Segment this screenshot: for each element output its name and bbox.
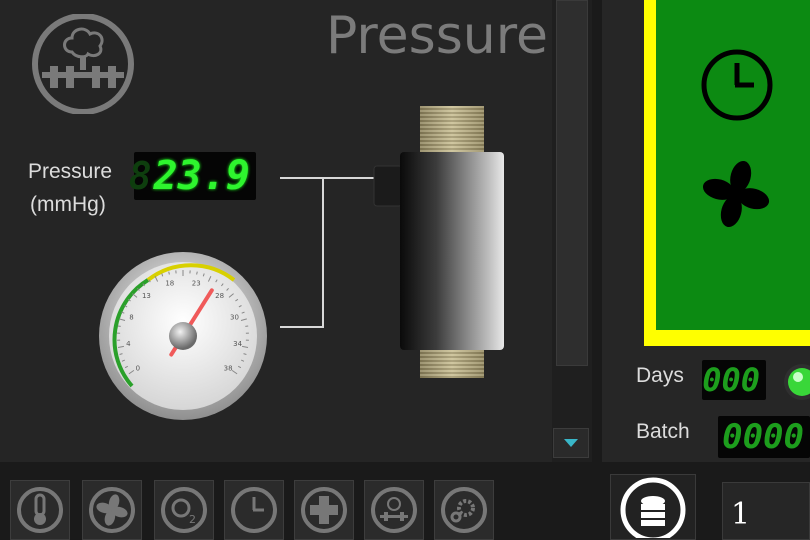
- gauge-tick-label: 8: [129, 314, 133, 322]
- clock-icon: [231, 487, 277, 533]
- gauge-tick-label: 30: [230, 314, 239, 322]
- sensor-unit-label: (mmHg): [30, 193, 106, 216]
- pressure-icon: [371, 487, 417, 533]
- scroll-down-button[interactable]: [553, 428, 589, 458]
- gauge-tick: [168, 271, 170, 275]
- settings-button[interactable]: [434, 480, 494, 540]
- days-value: 000: [702, 361, 760, 399]
- days-readout: 000: [702, 360, 766, 400]
- page-selector[interactable]: 1: [722, 482, 810, 540]
- plus-button[interactable]: [294, 480, 354, 540]
- pipe-lines: [280, 177, 378, 328]
- panel-divider: [592, 0, 602, 540]
- thermometer-icon: [17, 487, 63, 533]
- gauge-tick-label: 18: [165, 280, 174, 288]
- gauge-tick-label: 34: [233, 340, 242, 348]
- gauge-tick-label: 38: [224, 365, 233, 373]
- gauge-tick-label: 0: [136, 365, 140, 373]
- arrow-down-icon: [564, 439, 578, 447]
- o2-icon: 2: [161, 487, 207, 533]
- fan-icon: [702, 160, 770, 228]
- page-number: 1: [731, 497, 751, 532]
- oxygen-button[interactable]: 2: [154, 480, 214, 540]
- thermometer-button[interactable]: [10, 480, 70, 540]
- pressure-icon: [32, 14, 134, 114]
- gauge-tick-label: 28: [215, 292, 224, 300]
- fan-icon: [89, 487, 135, 533]
- batch-label: Batch: [636, 420, 690, 443]
- pressure-button[interactable]: [364, 480, 424, 540]
- database-button[interactable]: [610, 474, 696, 540]
- status-led-icon: [784, 364, 810, 400]
- readout-value: 23.9: [153, 153, 250, 199]
- gauge-tick-label: 23: [192, 280, 201, 288]
- fan-button[interactable]: [82, 480, 142, 540]
- pressure-sensor-icon: [373, 106, 504, 378]
- gauge-tick-label: 4: [126, 340, 131, 348]
- gauge-tick-label: 13: [142, 292, 151, 300]
- sensor-label: Pressure: [28, 160, 113, 183]
- database-icon: [620, 477, 686, 538]
- plus-icon: [301, 487, 347, 533]
- days-label: Days: [636, 364, 684, 387]
- clock-button[interactable]: [224, 480, 284, 540]
- pressure-gauge: 0 4 8 13 18 23 28 30 34 38: [99, 252, 267, 420]
- gear-icon: [441, 487, 487, 533]
- scrollbar-thumb[interactable]: [556, 0, 588, 366]
- batch-readout: 0000: [718, 416, 810, 458]
- svg-text:2: 2: [189, 513, 196, 526]
- clock-icon: [701, 49, 773, 121]
- gauge-tick: [196, 271, 198, 275]
- gauge-hub: [169, 322, 197, 350]
- readout-ghost-digit: 8: [128, 154, 152, 198]
- batch-value: 0000: [722, 417, 804, 457]
- pressure-readout: 8 23.9: [129, 152, 256, 200]
- page-title: Pressure: [325, 6, 548, 66]
